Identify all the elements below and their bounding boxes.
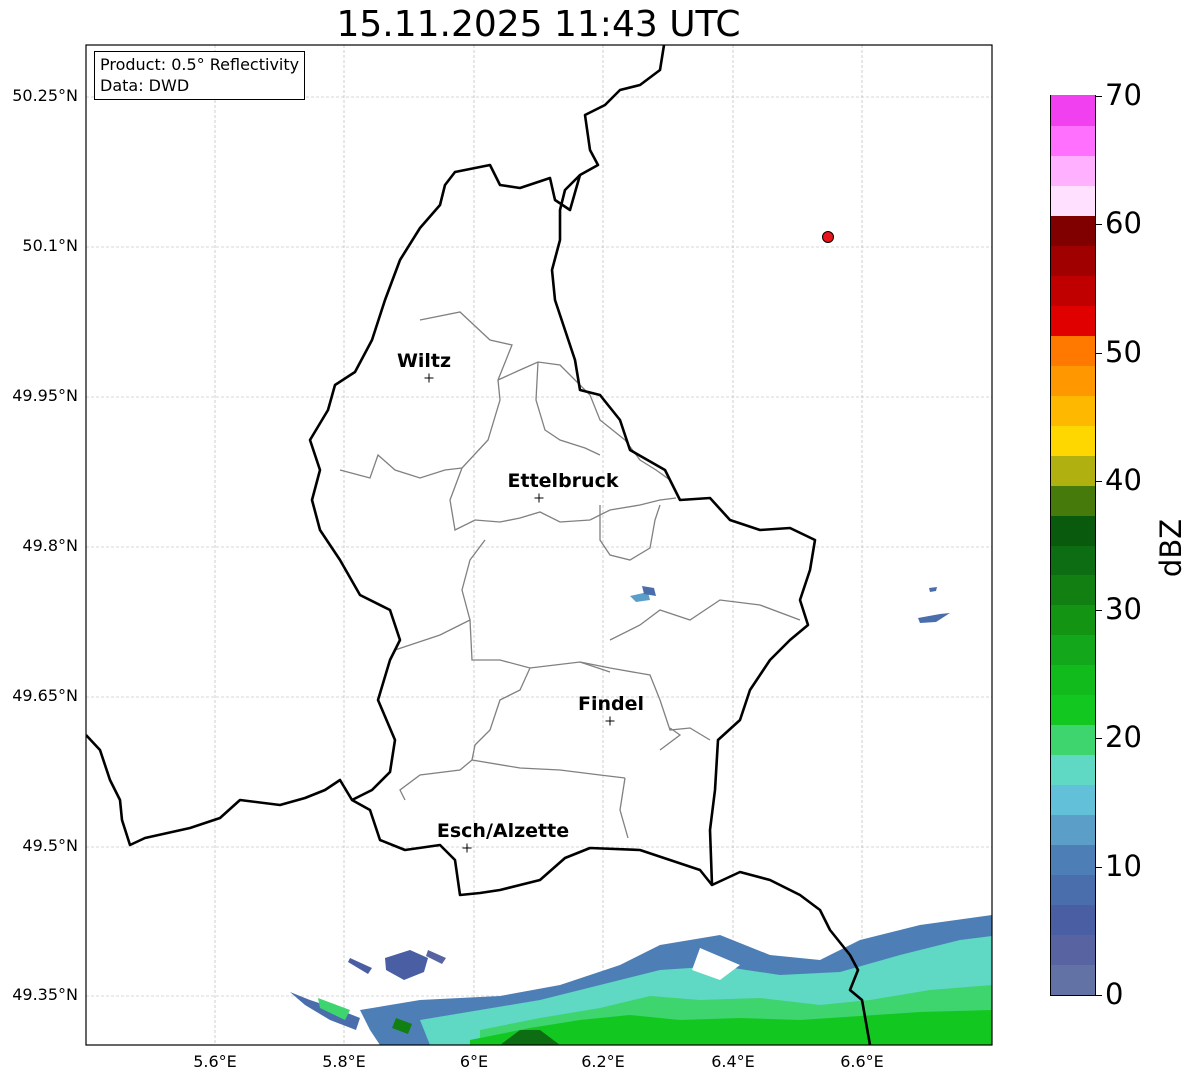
city-marker-esch-alzette — [462, 843, 472, 853]
colorbar-tick — [1096, 96, 1102, 97]
colorbar-segment — [1051, 904, 1095, 936]
colorbar-tick-label: 10 — [1105, 848, 1142, 883]
colorbar-tick-label: 0 — [1105, 977, 1124, 1011]
colorbar-segment — [1051, 484, 1095, 516]
colorbar-segment — [1051, 574, 1095, 606]
colorbar-tick-label: 20 — [1105, 720, 1142, 755]
national-borders — [86, 45, 872, 1045]
colorbar-tick-label: 40 — [1105, 463, 1142, 498]
lat-label: 49.8°N — [22, 536, 78, 555]
colorbar-segment — [1051, 964, 1095, 995]
lat-label: 50.25°N — [12, 86, 78, 105]
colorbar-tick — [1096, 866, 1102, 868]
colorbar-tick-label: 60 — [1105, 206, 1142, 241]
colorbar-segment — [1051, 634, 1095, 666]
colorbar-segment — [1051, 514, 1095, 546]
colorbar-segment — [1051, 425, 1095, 456]
colorbar-segment — [1051, 844, 1095, 876]
data-source-line: Data: DWD — [100, 76, 190, 95]
lon-label: 6.4°E — [711, 1052, 755, 1071]
city-label-esch-alzette: Esch/Alzette — [436, 820, 570, 842]
colorbar-segment — [1051, 934, 1095, 966]
city-marker-wiltz — [424, 373, 434, 383]
colorbar-segment — [1051, 544, 1095, 576]
lon-label: 6°E — [459, 1052, 489, 1071]
graticule — [86, 45, 992, 1045]
colorbar-segment — [1051, 874, 1095, 906]
city-marker-ettelbruck — [534, 493, 544, 503]
map-frame — [85, 44, 993, 1046]
colorbar-title: dBZ — [1154, 518, 1184, 578]
lon-label: 5.8°E — [322, 1052, 366, 1071]
colorbar-tick — [1096, 738, 1102, 740]
colorbar-tick — [1096, 481, 1102, 483]
colorbar-segment — [1051, 784, 1095, 816]
colorbar-segment — [1051, 694, 1095, 726]
lat-label: 49.95°N — [12, 386, 78, 405]
colorbar-tick — [1096, 995, 1102, 996]
product-info-box: Product: 0.5° Reflectivity Data: DWD — [94, 51, 306, 100]
city-marker-findel — [605, 716, 615, 726]
canton-borders — [339, 311, 801, 839]
radar-echoes — [290, 586, 992, 1045]
city-label-findel: Findel — [577, 693, 645, 715]
product-line: Product: 0.5° Reflectivity — [100, 55, 300, 74]
colorbar-tick-label: 30 — [1105, 591, 1142, 626]
lon-label: 6.6°E — [840, 1052, 884, 1071]
lon-label: 5.6°E — [193, 1052, 237, 1071]
colorbar-segment — [1051, 335, 1095, 366]
colorbar-segment — [1051, 455, 1095, 486]
colorbar-segment — [1051, 185, 1095, 216]
city-label-wiltz: Wiltz — [396, 350, 452, 372]
colorbar-segment — [1051, 245, 1095, 276]
colorbar — [1050, 95, 1096, 996]
colorbar-tick — [1096, 609, 1102, 611]
colorbar-segment — [1051, 125, 1095, 156]
colorbar-segment — [1051, 604, 1095, 636]
colorbar-segment — [1051, 155, 1095, 186]
colorbar-segment — [1051, 814, 1095, 846]
colorbar-tick — [1096, 352, 1102, 354]
colorbar-tick-label: 70 — [1105, 78, 1142, 112]
map-canvas — [85, 44, 993, 1046]
colorbar-segment — [1051, 305, 1095, 336]
colorbar-segment — [1051, 365, 1095, 396]
lat-label: 50.1°N — [22, 236, 78, 255]
lat-label: 49.35°N — [12, 985, 78, 1004]
lon-label: 6.2°E — [581, 1052, 625, 1071]
colorbar-segment — [1051, 275, 1095, 306]
colorbar-segment — [1051, 95, 1095, 126]
colorbar-segment — [1051, 395, 1095, 426]
city-label-ettelbruck: Ettelbruck — [507, 470, 619, 492]
colorbar-segment — [1051, 724, 1095, 756]
colorbar-tick — [1096, 224, 1102, 226]
colorbar-tick-label: 50 — [1105, 334, 1142, 369]
colorbar-segment — [1051, 664, 1095, 696]
lat-label: 49.65°N — [12, 686, 78, 705]
lat-label: 49.5°N — [22, 836, 78, 855]
colorbar-segment — [1051, 215, 1095, 246]
colorbar-segment — [1051, 754, 1095, 786]
radar-site-marker — [822, 231, 834, 243]
